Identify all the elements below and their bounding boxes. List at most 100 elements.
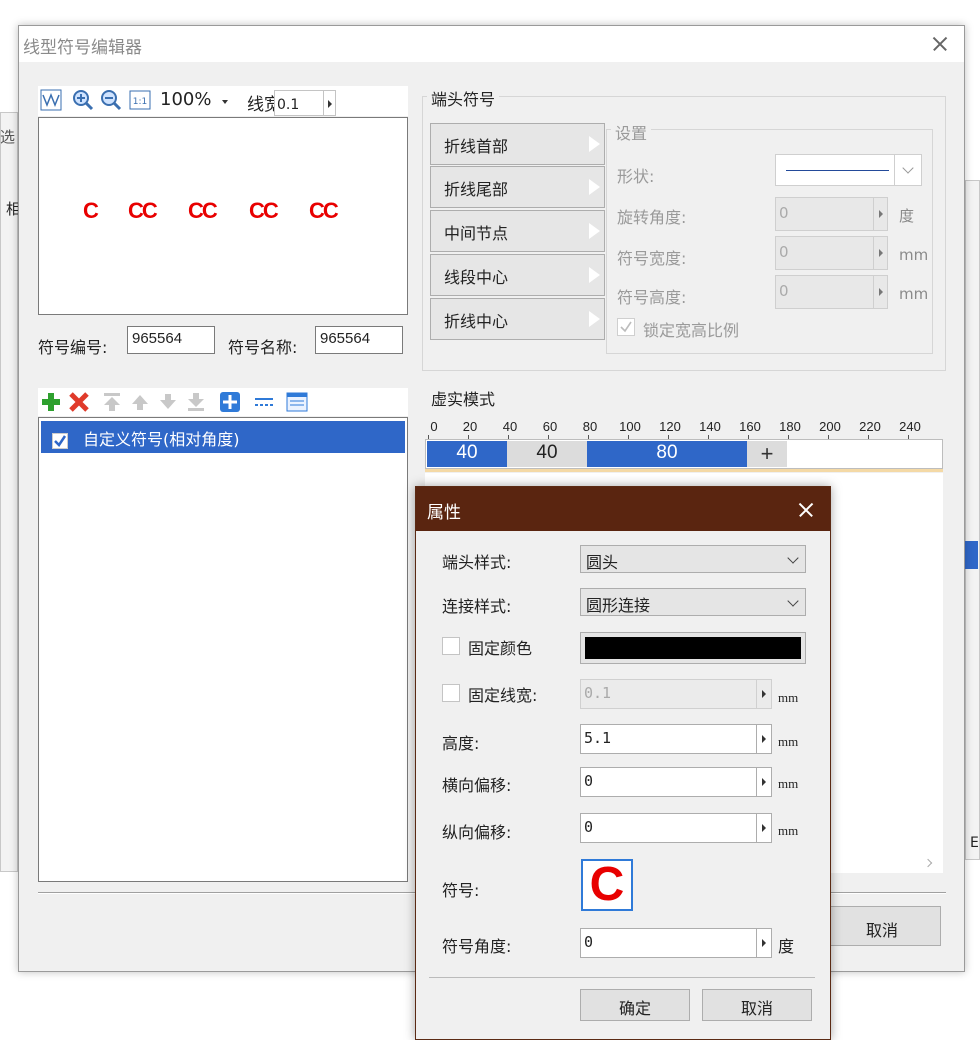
symbol-height-spinner[interactable]: 0: [775, 275, 888, 309]
endpoint-button[interactable]: 折线尾部: [430, 166, 605, 208]
dash-segment[interactable]: 40: [427, 441, 507, 467]
shape-dropdown[interactable]: [775, 154, 922, 186]
fixed-color-label: 固定颜色: [468, 639, 533, 658]
h-offset-spinner[interactable]: 0: [580, 767, 772, 797]
preview-symbol: CC: [309, 198, 339, 223]
spin-arrow-icon[interactable]: [873, 198, 887, 230]
color-fill: [585, 637, 801, 659]
endpoint-button[interactable]: 折线中心: [430, 298, 605, 340]
fixed-width-spinner[interactable]: 0.1: [580, 679, 772, 709]
symbol-name-input[interactable]: 965564: [315, 326, 403, 354]
spin-arrow-icon[interactable]: [756, 814, 771, 842]
spin-arrow-icon[interactable]: [873, 276, 887, 308]
ruler-tick-label: 0: [430, 419, 438, 434]
add-segment-button[interactable]: +: [747, 441, 787, 467]
spin-arrow-icon[interactable]: [756, 929, 771, 957]
endpoint-button[interactable]: 线段中心: [430, 254, 605, 296]
preview-toolbar: 1:1 100% 线宽 0.1: [38, 86, 408, 116]
ok-button[interactable]: 确定: [580, 989, 690, 1021]
chevron-down-icon: [902, 162, 914, 174]
spin-arrow-icon[interactable]: [756, 680, 771, 708]
join-style-select[interactable]: 圆形连接: [580, 588, 806, 616]
ruler-tick-label: 80: [582, 419, 598, 434]
property-dialog: 属性 端头样式: 圆头 连接样式: 圆形连接 固定颜色 固定线宽: 0.1 mm…: [415, 486, 831, 1040]
ruler-tick-label: 20: [462, 419, 478, 434]
main-cancel-label: 取消: [865, 921, 898, 940]
actual-size-icon[interactable]: 1:1: [129, 89, 151, 111]
move-down-icon[interactable]: [157, 391, 179, 413]
h-offset-value: 0: [584, 772, 594, 790]
add-icon[interactable]: [40, 391, 62, 413]
endpoint-button[interactable]: 折线首部: [430, 123, 605, 165]
symbol-id-input[interactable]: 965564: [127, 326, 215, 354]
property-cancel-label: 取消: [740, 999, 773, 1018]
zoom-dropdown-icon[interactable]: [222, 100, 228, 104]
shape-label: 形状:: [617, 167, 655, 186]
background-window: [0, 112, 18, 872]
close-icon[interactable]: [788, 495, 824, 525]
symbol-width-spinner[interactable]: 0: [775, 236, 888, 270]
rotation-label: 旋转角度:: [617, 208, 687, 227]
symbol-width-unit: mm: [899, 246, 929, 264]
delete-icon[interactable]: [68, 391, 90, 413]
v-offset-value: 0: [584, 818, 594, 836]
list-item-label: 自定义符号(相对角度): [83, 430, 240, 449]
preview-symbols: C CC CC CC CC: [83, 198, 393, 228]
spin-arrow-icon[interactable]: [756, 768, 771, 796]
symbol-height-unit: mm: [899, 285, 929, 303]
zoom-in-icon[interactable]: [72, 89, 94, 111]
ruler-tick-label: 100: [619, 419, 641, 434]
symbol-angle-spinner[interactable]: 0: [580, 928, 772, 958]
triangle-right-icon: [588, 266, 600, 284]
symbol-height-label: 符号高度:: [617, 288, 687, 307]
add-symbol-icon[interactable]: [219, 391, 241, 413]
triangle-right-icon: [588, 310, 600, 328]
h-offset-unit: mm: [778, 776, 799, 791]
background-selection: [964, 541, 978, 569]
background-window-right: [965, 180, 980, 860]
checkbox-checked-icon[interactable]: [52, 433, 68, 449]
zoom-out-icon[interactable]: [100, 89, 122, 111]
line-width-spinner[interactable]: 0.1: [274, 90, 336, 116]
ok-label: 确定: [618, 999, 651, 1018]
height-unit: mm: [778, 734, 799, 749]
list-item[interactable]: 自定义符号(相对角度): [41, 421, 405, 453]
join-style-label: 连接样式:: [442, 597, 512, 616]
spin-arrow-icon[interactable]: [873, 237, 887, 269]
main-cancel-button[interactable]: 取消: [823, 906, 941, 946]
line-style-icon[interactable]: [253, 391, 275, 413]
waveform-icon[interactable]: [40, 89, 62, 111]
dash-pattern-underline: [425, 469, 943, 472]
zoom-select[interactable]: 100%: [160, 89, 211, 110]
cap-style-select[interactable]: 圆头: [580, 545, 806, 573]
line-width-value: 0.1: [277, 97, 300, 113]
preview-symbol: CC: [128, 198, 158, 223]
symbol-name-label: 符号名称:: [228, 338, 298, 357]
ruler-tick-label: 200: [819, 419, 841, 434]
ruler-tick-label: 240: [899, 419, 921, 434]
fixed-color-checkbox[interactable]: [442, 637, 460, 655]
cap-style-label: 端头样式:: [442, 553, 512, 572]
v-offset-spinner[interactable]: 0: [580, 813, 772, 843]
endpoint-button-label: 折线首部: [444, 137, 509, 156]
dash-segment[interactable]: 80: [587, 441, 747, 467]
move-bottom-icon[interactable]: [185, 391, 207, 413]
symbol-id-label: 符号编号:: [38, 338, 108, 357]
spin-arrow-icon[interactable]: [756, 725, 771, 753]
property-cancel-button[interactable]: 取消: [702, 989, 812, 1021]
height-spinner[interactable]: 5.1: [580, 724, 772, 754]
fixed-width-checkbox[interactable]: [442, 684, 460, 702]
symbol-picker-button[interactable]: C: [581, 859, 633, 911]
h-offset-label: 横向偏移:: [442, 776, 512, 795]
move-up-icon[interactable]: [129, 391, 151, 413]
close-icon[interactable]: [922, 29, 958, 59]
lock-ratio-checkbox[interactable]: [617, 318, 635, 336]
ruler-tick-label: 180: [779, 419, 801, 434]
dash-segment[interactable]: 40: [507, 441, 587, 467]
fixed-color-swatch[interactable]: [580, 632, 806, 664]
properties-icon[interactable]: [286, 391, 308, 413]
endpoint-button[interactable]: 中间节点: [430, 210, 605, 252]
move-top-icon[interactable]: [101, 391, 123, 413]
preview-symbol: CC: [188, 198, 218, 223]
rotation-spinner[interactable]: 0: [775, 197, 888, 231]
